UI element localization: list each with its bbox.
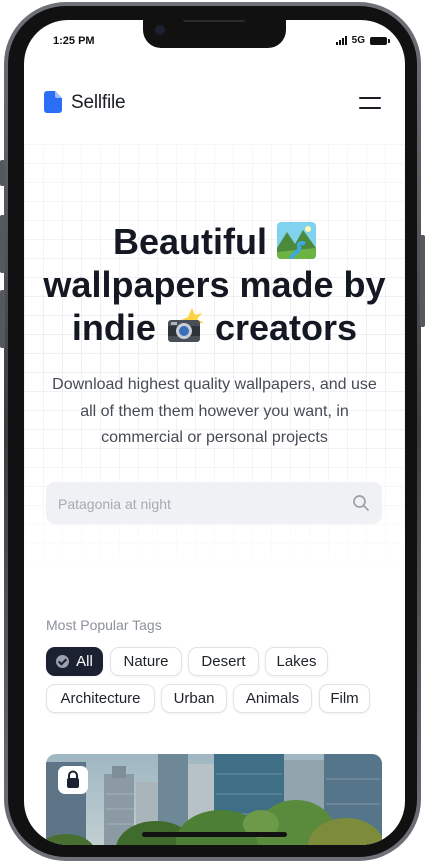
tag-label: All <box>76 653 93 670</box>
tag-label: Film <box>330 690 359 707</box>
volume-up-button <box>0 215 5 273</box>
tag-label: Urban <box>173 690 215 707</box>
mute-switch <box>0 160 5 186</box>
phone-screen: 1:25 PM 5G Sellfile Beautiful wallpapers… <box>24 20 405 845</box>
hero-headline: Beautiful wallpapers made by indie creat… <box>24 220 405 349</box>
tag-urban[interactable]: Urban <box>161 684 227 713</box>
national-park-emoji <box>277 222 317 259</box>
tag-architecture[interactable]: Architecture <box>46 684 155 713</box>
check-circle-icon <box>56 655 70 668</box>
search-input[interactable]: Patagonia at night <box>46 482 382 524</box>
headline-line-1: Beautiful <box>112 221 267 262</box>
volume-down-button <box>0 290 5 348</box>
brand-name[interactable]: Sellfile <box>71 92 126 114</box>
file-icon[interactable] <box>44 91 62 113</box>
front-camera <box>155 25 165 35</box>
camera-with-flash-emoji <box>166 308 205 345</box>
search-icon[interactable] <box>352 494 370 512</box>
battery-icon <box>370 36 390 45</box>
earpiece-speaker <box>183 20 245 22</box>
status-time: 1:25 PM <box>53 35 95 47</box>
home-indicator[interactable] <box>142 832 287 837</box>
notch <box>143 20 286 48</box>
lock-button[interactable] <box>58 766 88 794</box>
hero-subtitle: Download highest quality wallpapers, and… <box>52 376 377 446</box>
hamburger-menu-icon[interactable] <box>359 95 381 111</box>
power-button <box>420 235 425 327</box>
status-indicators: 5G <box>335 35 390 46</box>
tag-nature[interactable]: Nature <box>110 647 182 676</box>
tag-label: Nature <box>123 653 169 670</box>
headline-line-3a: indie <box>71 307 156 348</box>
tags-section-title: Most Popular Tags <box>46 617 162 633</box>
tag-label: Animals <box>245 690 300 707</box>
top-navigation: Sellfile <box>44 90 381 116</box>
headline-line-2: wallpapers made by <box>43 264 386 305</box>
network-label: 5G <box>351 35 365 46</box>
tag-all[interactable]: All <box>46 647 103 676</box>
tag-label: Architecture <box>60 690 141 707</box>
lock-icon <box>67 770 79 788</box>
tag-label: Desert <box>201 653 246 670</box>
tag-desert[interactable]: Desert <box>188 647 259 676</box>
phone-device: 1:25 PM 5G Sellfile Beautiful wallpapers… <box>0 0 425 863</box>
headline-line-3b: creators <box>214 307 358 348</box>
tag-label: Lakes <box>276 653 317 670</box>
tag-lakes[interactable]: Lakes <box>265 647 328 676</box>
tag-animals[interactable]: Animals <box>233 684 312 713</box>
tag-film[interactable]: Film <box>319 684 370 713</box>
search-placeholder: Patagonia at night <box>58 496 171 512</box>
signal-icon <box>335 36 347 45</box>
